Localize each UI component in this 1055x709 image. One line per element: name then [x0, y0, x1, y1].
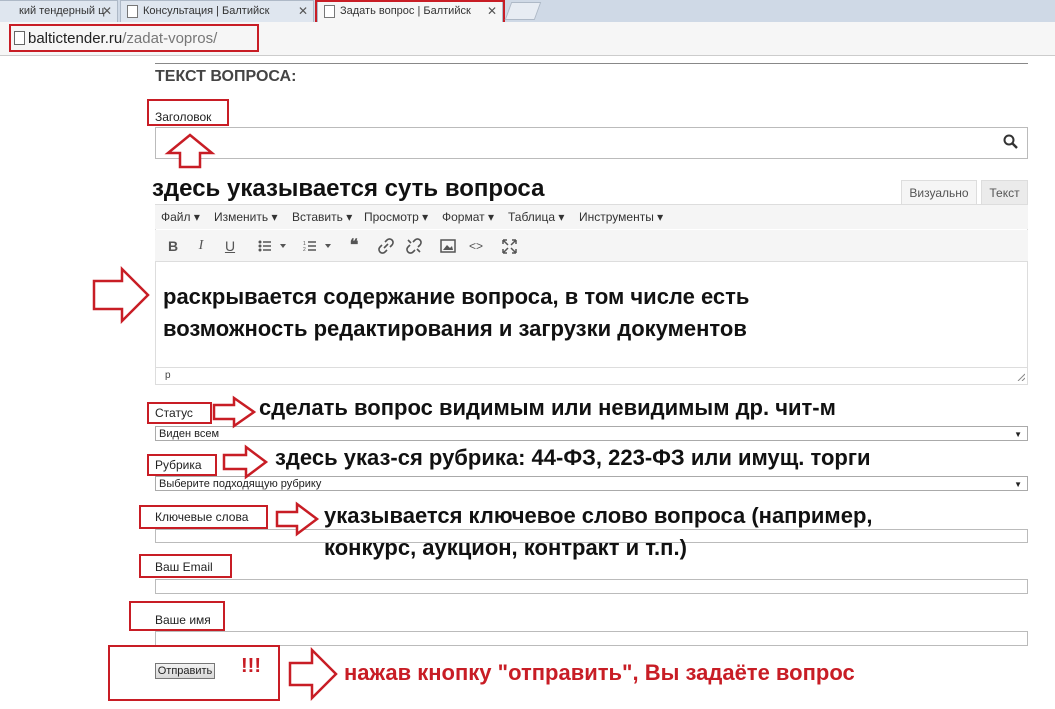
- unlink-icon[interactable]: [406, 238, 422, 254]
- keywords-hint-line-2: конкурс, аукцион, контракт и т.п.): [324, 535, 687, 560]
- code-button[interactable]: <>: [467, 237, 485, 255]
- underline-button[interactable]: U: [221, 237, 239, 255]
- menu-file[interactable]: Файл ▾: [161, 210, 200, 224]
- email-field[interactable]: [155, 579, 1028, 594]
- title-input[interactable]: [155, 127, 1028, 159]
- browser-tab-1[interactable]: кий тендерный ц ✕: [0, 0, 118, 22]
- blockquote-button[interactable]: ❝: [345, 237, 363, 255]
- image-icon[interactable]: [440, 239, 456, 253]
- keywords-hint-line-1: указывается ключевое слово вопроса (напр…: [324, 503, 873, 528]
- close-icon[interactable]: ✕: [102, 1, 112, 21]
- menu-table[interactable]: Таблица ▾: [508, 210, 564, 224]
- url-highlight-box: [9, 24, 259, 52]
- name-field[interactable]: [155, 631, 1028, 646]
- element-path[interactable]: p: [165, 370, 171, 381]
- status-select[interactable]: Виден всем ▼: [155, 426, 1028, 441]
- svg-text:2: 2: [303, 247, 306, 252]
- up-arrow-icon: [164, 133, 216, 169]
- editor-statusbar: p: [156, 367, 1027, 384]
- tab-text[interactable]: Текст: [981, 180, 1028, 205]
- chevron-down-icon: ▼: [1014, 430, 1022, 439]
- menu-tools[interactable]: Инструменты ▾: [579, 210, 663, 224]
- link-icon[interactable]: [378, 238, 394, 254]
- rubric-hint: здесь указ-ся рубрика: 44-ФЗ, 223-ФЗ или…: [275, 445, 871, 470]
- italic-button[interactable]: I: [192, 237, 210, 255]
- form-heading: ТЕКСТ ВОПРОСА:: [155, 68, 297, 85]
- exclaim-mark: !!!: [241, 655, 261, 677]
- rubric-label: Рубрика: [155, 458, 202, 472]
- divider: [155, 63, 1028, 64]
- submit-hint: нажав кнопку "отправить", Вы задаёте воп…: [344, 660, 855, 685]
- fullscreen-icon[interactable]: [502, 239, 517, 254]
- right-arrow-icon: [212, 395, 257, 429]
- bullet-list-icon[interactable]: [258, 240, 288, 252]
- email-label: Ваш Email: [155, 560, 213, 574]
- rubric-select-value: Выберите подходящую рубрику: [159, 478, 322, 490]
- chevron-down-icon: ▼: [1014, 480, 1022, 489]
- editor-hint-line-2: возможность редактирования и загрузки до…: [163, 316, 747, 341]
- tab-title: Консультация | Балтийск: [143, 5, 270, 17]
- status-select-value: Виден всем: [159, 428, 220, 440]
- right-arrow-icon: [92, 265, 150, 325]
- title-label: Заголовок: [155, 110, 212, 124]
- right-arrow-icon: [222, 444, 269, 480]
- title-hint: здесь указывается суть вопроса: [152, 175, 545, 202]
- status-hint: сделать вопрос видимым или невидимым др.…: [259, 395, 836, 420]
- tab-title: кий тендерный ц: [19, 5, 105, 17]
- editor-hint-line-1: раскрывается содержание вопроса, в том ч…: [163, 284, 750, 309]
- keywords-label: Ключевые слова: [155, 510, 249, 524]
- name-label: Ваше имя: [155, 613, 211, 627]
- page-icon: [127, 5, 138, 18]
- menu-view[interactable]: Просмотр ▾: [364, 210, 428, 224]
- browser-tab-2[interactable]: Консультация | Балтийск ✕: [120, 0, 314, 22]
- menu-insert[interactable]: Вставить ▾: [292, 210, 352, 224]
- right-arrow-icon: [288, 646, 338, 702]
- right-arrow-icon: [275, 501, 320, 537]
- resize-handle-icon[interactable]: [1017, 373, 1025, 381]
- bold-button[interactable]: B: [164, 237, 182, 255]
- numbered-list-icon[interactable]: 12: [303, 240, 333, 252]
- menu-format[interactable]: Формат ▾: [442, 210, 494, 224]
- submit-button[interactable]: Отправить: [155, 663, 215, 679]
- tab-visual[interactable]: Визуально: [901, 180, 977, 205]
- rubric-select[interactable]: Выберите подходящую рубрику ▼: [155, 476, 1028, 491]
- search-icon[interactable]: [1003, 134, 1019, 150]
- status-label: Статус: [155, 406, 193, 420]
- menu-edit[interactable]: Изменить ▾: [214, 210, 278, 224]
- editor-menubar: Файл ▾ Изменить ▾ Вставить ▾ Просмотр ▾ …: [155, 205, 1028, 229]
- close-icon[interactable]: ✕: [298, 1, 308, 21]
